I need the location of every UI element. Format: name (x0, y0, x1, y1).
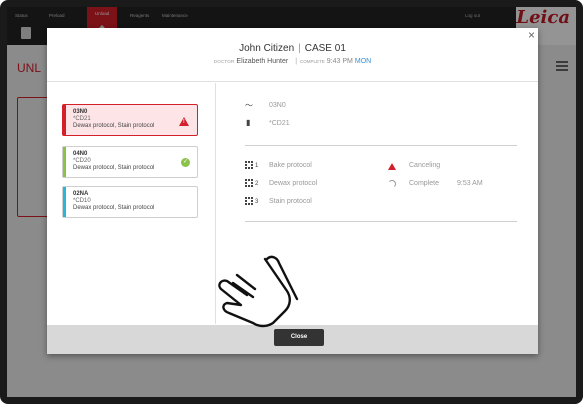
doctor-label: DOCTOR (213, 59, 235, 64)
slide-shape-icon: 〜 (245, 101, 253, 110)
step-number: 2 (255, 181, 259, 187)
slide-card-04N0[interactable]: 04N0 *CD20 Dewax protocol, Stain protoco… (62, 146, 198, 178)
doctor-name: Elizabeth Hunter (236, 58, 289, 65)
complete-time: 9:43 PM (326, 58, 353, 65)
step-name: Stain protocol (269, 198, 312, 205)
tap-gesture-hand-icon (218, 255, 299, 328)
step-status: Complete (409, 180, 439, 187)
slide-color-bar (63, 147, 66, 177)
step-number: 1 (255, 163, 259, 169)
slide-code: *CD20 (73, 158, 91, 164)
subtitle-separator: | (295, 58, 298, 65)
slide-code: *CD21 (73, 116, 91, 122)
modal-title: John Citizen | CASE 01 (47, 43, 538, 54)
step-grid-icon (245, 197, 253, 205)
detail-divider-top (245, 145, 517, 146)
step-status: Canceling (409, 162, 441, 169)
slide-protocols: Dewax protocol, Stain protocol (73, 205, 155, 211)
detail-slide-code: *CD21 (269, 120, 290, 127)
title-separator: | (298, 43, 301, 54)
slide-code: *CD10 (73, 198, 91, 204)
case-number: CASE 01 (304, 43, 346, 54)
slide-id: 02NA (73, 191, 89, 197)
slide-protocols: Dewax protocol, Stain protocol (73, 123, 155, 129)
slide-color-bar (63, 187, 66, 217)
detail-divider-bottom (245, 221, 517, 222)
modal-header: John Citizen | CASE 01 DOCTOR Elizabeth Hun… (47, 28, 538, 82)
check-icon: ✓ (181, 158, 190, 167)
step-name: Bake protocol (269, 162, 312, 169)
step-grid-icon (245, 161, 253, 169)
progress-icon (388, 180, 396, 188)
reagent-vial-icon: ▮ (246, 118, 251, 127)
screen: Status Preload Unload Reagents Maintenan… (7, 7, 576, 397)
step-grid-icon (245, 179, 253, 187)
warning-icon: ! (179, 117, 189, 126)
modal-subtitle: DOCTOR Elizabeth Hunter | COMPLETE 9:43 PM MO… (47, 58, 538, 65)
slide-id: 04N0 (73, 151, 88, 157)
step-number: 3 (255, 199, 259, 205)
slide-card-02NA[interactable]: 02NA *CD10 Dewax protocol, Stain protoco… (62, 186, 198, 218)
slide-card-03N0[interactable]: 03N0 *CD21 Dewax protocol, Stain protoco… (62, 104, 198, 136)
step-name: Dewax protocol (269, 180, 318, 187)
slide-id: 03N0 (73, 109, 88, 115)
detail-slide-id: 03N0 (269, 102, 286, 109)
complete-day: MON (354, 58, 372, 65)
device-frame: Status Preload Unload Reagents Maintenan… (0, 0, 583, 404)
step-time: 9:53 AM (457, 180, 483, 187)
patient-name: John Citizen (239, 43, 295, 54)
warning-icon (388, 163, 396, 170)
case-detail-modal: × John Citizen | CASE 01 DOCTOR Elizabeth H… (47, 28, 538, 354)
slide-protocols: Dewax protocol, Stain protocol (73, 165, 155, 171)
complete-label: COMPLETE (300, 59, 325, 64)
slide-color-bar (63, 105, 66, 135)
